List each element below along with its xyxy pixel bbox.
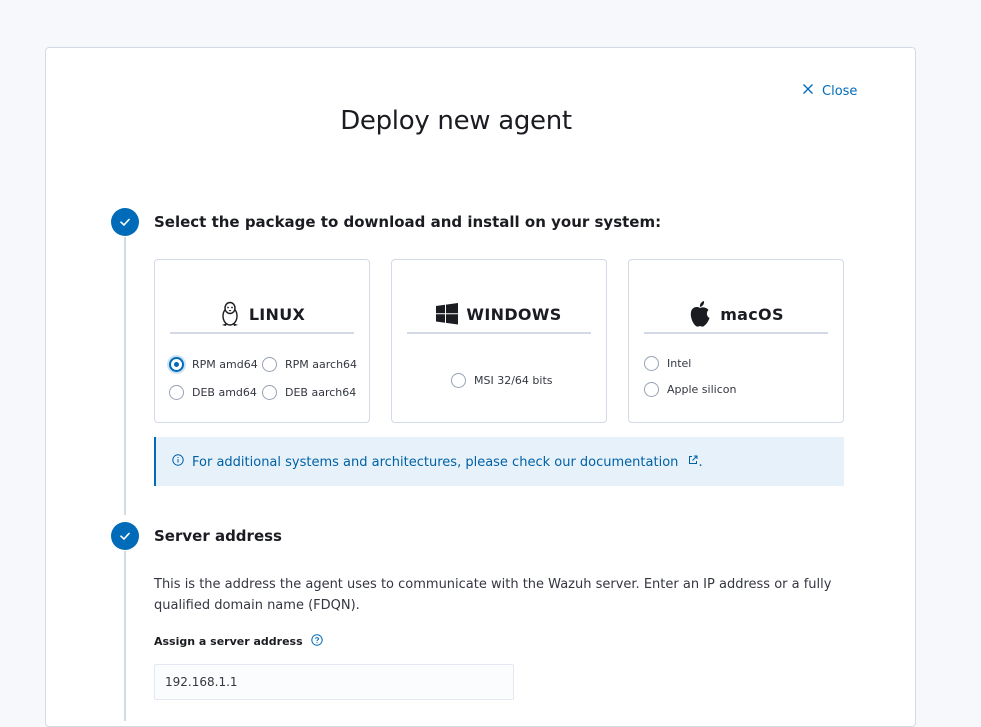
radio-rpm-aarch64[interactable]: RPM aarch64 bbox=[262, 357, 357, 372]
step-connector-line bbox=[124, 237, 126, 515]
page-title: Deploy new agent bbox=[340, 106, 572, 136]
info-icon bbox=[172, 453, 184, 470]
windows-logo-icon bbox=[436, 303, 459, 325]
radio-label: DEB aarch64 bbox=[285, 386, 357, 399]
radio-dot[interactable] bbox=[451, 373, 466, 388]
windows-label: WINDOWS bbox=[466, 304, 562, 324]
macos-card: macOS Intel Apple silicon bbox=[628, 259, 844, 423]
server-address-value: 192.168.1.1 bbox=[165, 675, 238, 689]
radio-label: MSI 32/64 bits bbox=[474, 374, 553, 387]
radio-label: RPM amd64 bbox=[192, 358, 258, 371]
radio-intel[interactable]: Intel bbox=[644, 356, 691, 371]
help-icon[interactable] bbox=[310, 634, 323, 649]
radio-label: DEB amd64 bbox=[192, 386, 257, 399]
check-icon bbox=[120, 532, 130, 540]
external-link-icon bbox=[683, 454, 699, 466]
radio-dot[interactable] bbox=[169, 385, 184, 400]
windows-card: WINDOWS MSI 32/64 bits bbox=[391, 259, 607, 423]
radio-label: Apple silicon bbox=[667, 383, 737, 396]
callout-suffix: . bbox=[698, 454, 703, 470]
step-1-title: Select the package to download and insta… bbox=[154, 213, 662, 231]
radio-label: RPM aarch64 bbox=[285, 358, 358, 371]
radio-rpm-amd64[interactable]: RPM amd64 bbox=[169, 357, 258, 372]
server-address-label: Assign a server address bbox=[154, 634, 323, 649]
close-icon bbox=[802, 83, 814, 99]
radio-label: Intel bbox=[667, 357, 692, 370]
documentation-callout: For additional systems and architectures… bbox=[154, 437, 844, 486]
close-button[interactable]: Close bbox=[802, 83, 857, 99]
server-address-input[interactable]: 192.168.1.1 bbox=[154, 664, 514, 700]
step-2-complete-indicator bbox=[111, 522, 139, 550]
apple-logo-icon bbox=[688, 300, 712, 328]
macos-card-header: macOS bbox=[644, 296, 828, 334]
radio-dot[interactable] bbox=[644, 356, 659, 371]
field-label-text: Assign a server address bbox=[154, 635, 303, 648]
radio-dot[interactable] bbox=[262, 385, 277, 400]
radio-msi-32-64[interactable]: MSI 32/64 bits bbox=[451, 373, 553, 388]
step-1-complete-indicator bbox=[111, 208, 139, 236]
callout-text: For additional systems and architectures… bbox=[192, 454, 679, 470]
step-connector-line-2 bbox=[124, 551, 126, 721]
close-label: Close bbox=[822, 83, 858, 99]
linux-label: LINUX bbox=[248, 304, 306, 324]
radio-dot[interactable] bbox=[262, 357, 277, 372]
radio-deb-amd64[interactable]: DEB amd64 bbox=[169, 385, 257, 400]
linux-card-header: LINUX bbox=[170, 296, 354, 334]
radio-deb-aarch64[interactable]: DEB aarch64 bbox=[262, 385, 356, 400]
radio-dot-checked[interactable] bbox=[169, 357, 184, 372]
macos-label: macOS bbox=[720, 304, 784, 324]
linux-tux-icon bbox=[219, 301, 241, 327]
check-icon bbox=[120, 218, 130, 226]
server-address-description: This is the address the agent uses to co… bbox=[154, 577, 832, 613]
windows-card-header: WINDOWS bbox=[407, 296, 591, 334]
step-2-title: Server address bbox=[154, 527, 282, 545]
documentation-link[interactable]: For additional systems and architectures… bbox=[192, 454, 703, 470]
radio-dot[interactable] bbox=[644, 382, 659, 397]
linux-card: LINUX RPM amd64 RPM aarch64 DEB amd64 DE… bbox=[154, 259, 370, 423]
radio-apple-silicon[interactable]: Apple silicon bbox=[644, 382, 736, 397]
